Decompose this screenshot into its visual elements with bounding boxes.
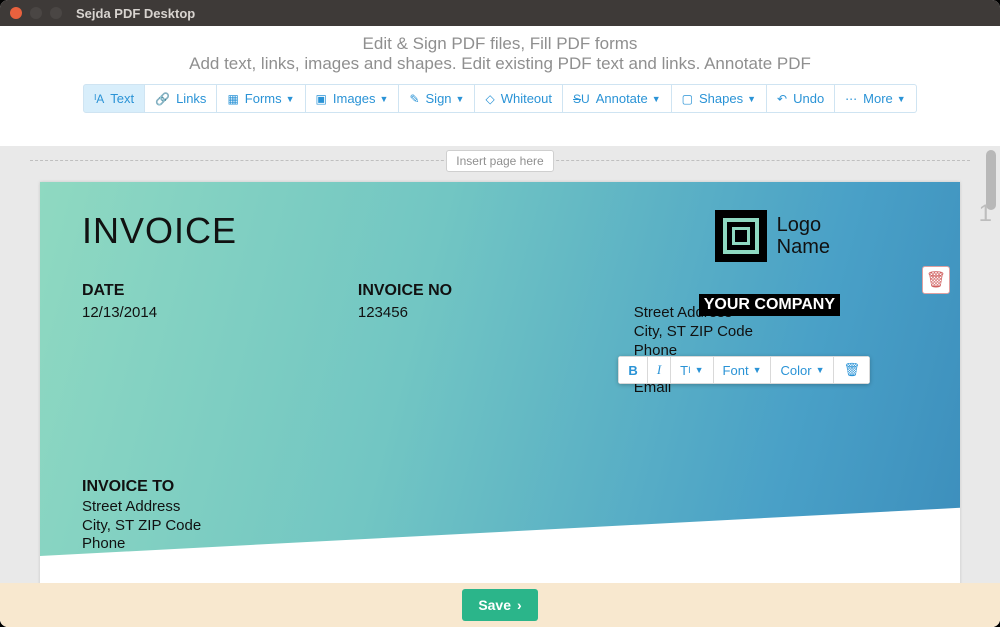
font-button[interactable]: Font ▼ bbox=[714, 356, 772, 384]
color-label: Color bbox=[780, 363, 811, 378]
chevron-down-icon: ▼ bbox=[652, 94, 661, 104]
text-tool-label: Text bbox=[110, 91, 134, 106]
italic-button[interactable]: I bbox=[648, 356, 671, 384]
link-icon: 🔗 bbox=[155, 92, 170, 106]
date-value[interactable]: 12/13/2014 bbox=[82, 304, 358, 321]
forms-tool-label: Forms bbox=[245, 91, 282, 106]
images-tool-button[interactable]: ▣ Images ▼ bbox=[306, 84, 400, 113]
forms-tool-button[interactable]: ▦ Forms ▼ bbox=[217, 84, 305, 113]
annotate-tool-button[interactable]: SU Annotate ▼ bbox=[563, 84, 672, 113]
chevron-down-icon: ▼ bbox=[380, 94, 389, 104]
more-button[interactable]: ⋯ More ▼ bbox=[835, 84, 917, 113]
chevron-down-icon: ▼ bbox=[753, 365, 762, 375]
text-icon: ᴵA bbox=[94, 92, 104, 106]
font-label: Font bbox=[723, 363, 749, 378]
delete-text-button[interactable]: 🗑 bbox=[834, 356, 870, 384]
undo-button[interactable]: ↶ Undo bbox=[767, 84, 835, 113]
invto-addr-line[interactable]: Phone bbox=[82, 535, 918, 554]
whiteout-tool-button[interactable]: ◇ Whiteout bbox=[475, 84, 563, 113]
links-tool-button[interactable]: 🔗 Links bbox=[145, 84, 217, 113]
trash-icon: 🗑 bbox=[926, 270, 946, 290]
invto-addr-line[interactable]: Fax bbox=[82, 554, 918, 573]
logo-block[interactable]: Logo Name bbox=[715, 210, 830, 262]
more-label: More bbox=[863, 91, 893, 106]
window-maximize-button[interactable] bbox=[50, 7, 62, 19]
invto-addr-line[interactable]: City, ST ZIP Code bbox=[82, 517, 918, 536]
header-line-2: Add text, links, images and shapes. Edit… bbox=[0, 54, 1000, 74]
content-area: Edit & Sign PDF files, Fill PDF forms Ad… bbox=[0, 26, 1000, 627]
whiteout-icon: ◇ bbox=[485, 92, 494, 106]
save-label: Save bbox=[478, 597, 511, 613]
app-window: Sejda PDF Desktop Edit & Sign PDF files,… bbox=[0, 0, 1000, 627]
main-toolbar: ᴵA Text 🔗 Links ▦ Forms ▼ ▣ Images ▼ ✎ Sign ▼ ◇ W… bbox=[0, 80, 1000, 123]
more-icon: ⋯ bbox=[845, 92, 857, 106]
invto-label[interactable]: INVOICE TO bbox=[82, 478, 918, 496]
images-tool-label: Images bbox=[333, 91, 376, 106]
sign-tool-label: Sign bbox=[426, 91, 452, 106]
annotate-tool-label: Annotate bbox=[596, 91, 648, 106]
header-line-1: Edit & Sign PDF files, Fill PDF forms bbox=[0, 34, 1000, 54]
window-close-button[interactable] bbox=[10, 7, 22, 19]
window-minimize-button[interactable] bbox=[30, 7, 42, 19]
document-canvas: Insert page here 1 INVOICE Logo Name bbox=[0, 146, 1000, 627]
chevron-down-icon: ▼ bbox=[286, 94, 295, 104]
selected-text-company[interactable]: YOUR COMPANY bbox=[699, 294, 840, 316]
date-label[interactable]: DATE bbox=[82, 282, 358, 300]
undo-label: Undo bbox=[793, 91, 824, 106]
insert-page-button[interactable]: Insert page here bbox=[446, 150, 553, 172]
text-tool-button[interactable]: ᴵA Text bbox=[83, 84, 145, 113]
undo-icon: ↶ bbox=[777, 92, 787, 106]
save-bar: Save › bbox=[0, 583, 1000, 627]
links-tool-label: Links bbox=[176, 91, 206, 106]
text-size-icon: T bbox=[680, 363, 688, 378]
invno-value[interactable]: 123456 bbox=[358, 304, 634, 321]
text-size-button[interactable]: TI ▼ bbox=[671, 356, 713, 384]
save-button[interactable]: Save › bbox=[462, 589, 537, 621]
logo-icon bbox=[715, 210, 767, 262]
shapes-tool-button[interactable]: ▢ Shapes ▼ bbox=[672, 84, 767, 113]
image-icon: ▣ bbox=[316, 92, 327, 106]
company-addr-line[interactable]: City, ST ZIP Code bbox=[634, 323, 910, 342]
annotate-icon: SU bbox=[573, 92, 590, 106]
page-number: 1 bbox=[979, 200, 992, 228]
text-size-small-icon: I bbox=[688, 365, 691, 375]
chevron-down-icon: ▼ bbox=[897, 94, 906, 104]
window-title: Sejda PDF Desktop bbox=[76, 6, 195, 21]
header-description: Edit & Sign PDF files, Fill PDF forms Ad… bbox=[0, 26, 1000, 80]
invno-label[interactable]: INVOICE NO bbox=[358, 282, 634, 300]
chevron-down-icon: ▼ bbox=[695, 365, 704, 375]
forms-icon: ▦ bbox=[227, 92, 238, 106]
sign-icon: ✎ bbox=[409, 92, 419, 106]
color-button[interactable]: Color ▼ bbox=[771, 356, 834, 384]
logo-line-1: Logo bbox=[777, 214, 830, 236]
bold-button[interactable]: B bbox=[618, 356, 647, 384]
whiteout-tool-label: Whiteout bbox=[501, 91, 552, 106]
insert-page-row: Insert page here bbox=[30, 146, 970, 176]
chevron-down-icon: ▼ bbox=[456, 94, 465, 104]
pdf-page[interactable]: INVOICE Logo Name DATE bbox=[40, 182, 960, 602]
sign-tool-button[interactable]: ✎ Sign ▼ bbox=[399, 84, 475, 113]
trash-icon: 🗑 bbox=[843, 362, 860, 378]
titlebar: Sejda PDF Desktop bbox=[0, 0, 1000, 26]
shapes-tool-label: Shapes bbox=[699, 91, 743, 106]
delete-page-button[interactable]: 🗑 bbox=[922, 266, 950, 294]
chevron-down-icon: ▼ bbox=[747, 94, 756, 104]
shapes-icon: ▢ bbox=[682, 92, 693, 106]
invto-addr-line[interactable]: Street Address bbox=[82, 498, 918, 517]
text-format-toolbar: B I TI ▼ Font ▼ Color ▼ 🗑 bbox=[618, 356, 870, 384]
chevron-down-icon: ▼ bbox=[816, 365, 825, 375]
logo-line-2: Name bbox=[777, 236, 830, 258]
chevron-right-icon: › bbox=[517, 597, 522, 613]
